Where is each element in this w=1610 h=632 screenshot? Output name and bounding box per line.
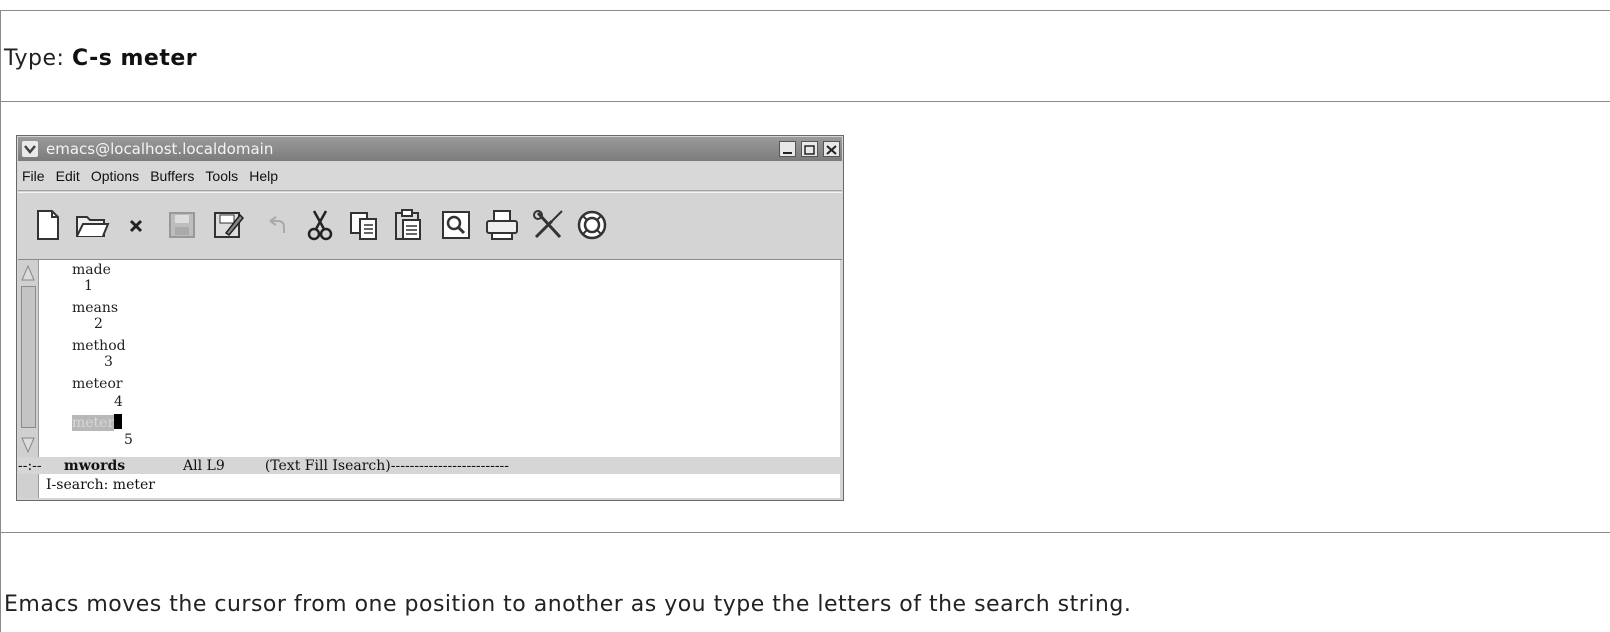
- close-window-button[interactable]: [823, 141, 840, 157]
- new-file-icon[interactable]: [30, 207, 66, 243]
- minimize-button[interactable]: [779, 141, 796, 157]
- minibuffer-scrollbar: [18, 474, 39, 498]
- instruction-text: Type: C-s meter: [4, 46, 197, 71]
- preferences-icon[interactable]: [530, 207, 566, 243]
- print-icon[interactable]: [484, 207, 520, 243]
- title-bar[interactable]: emacs@localhost.localdomain: [18, 137, 842, 161]
- search-icon[interactable]: [438, 207, 474, 243]
- instruction-keys: C-s meter: [71, 46, 198, 71]
- menu-help[interactable]: Help: [249, 162, 278, 190]
- left-border: [0, 10, 1, 632]
- buffer-text-area[interactable]: made 1 means 2 method 3 meteor 4 meter 5: [18, 260, 840, 457]
- buffer-line: made: [72, 262, 111, 278]
- maximize-button[interactable]: [801, 141, 818, 157]
- copy-icon[interactable]: [346, 207, 382, 243]
- buffer-line: means: [72, 300, 119, 316]
- scroll-up-icon[interactable]: [21, 264, 35, 282]
- buffer-line: meteor: [72, 376, 123, 392]
- text-cursor: [114, 414, 123, 429]
- paste-icon[interactable]: [390, 207, 426, 243]
- close-icon[interactable]: [118, 207, 154, 243]
- buffer-line: 4: [114, 394, 123, 410]
- menu-options[interactable]: Options: [91, 162, 139, 190]
- buffer-line-current: meter: [72, 414, 123, 431]
- toolbar: [18, 192, 842, 260]
- menu-edit[interactable]: Edit: [56, 162, 80, 190]
- row-divider: [0, 101, 1610, 102]
- buffer-line: 5: [124, 432, 133, 448]
- menu-file[interactable]: File: [22, 162, 45, 190]
- buffer-line: 2: [94, 316, 103, 332]
- help-icon[interactable]: [574, 207, 610, 243]
- buffer-line: 1: [84, 278, 93, 294]
- save-icon[interactable]: [164, 207, 200, 243]
- minibuffer[interactable]: I-search: meter: [18, 474, 840, 498]
- menu-tools[interactable]: Tools: [205, 162, 238, 190]
- modeline-prefix: --:--: [18, 458, 47, 474]
- isearch-label: I-search:: [46, 477, 113, 493]
- emacs-window: emacs@localhost.localdomain File Edit Op…: [16, 135, 844, 501]
- scroll-down-icon[interactable]: [21, 436, 35, 454]
- caption-text: Emacs moves the cursor from one position…: [4, 592, 1132, 617]
- buffer-scrollbar[interactable]: [18, 260, 39, 457]
- modeline-position: All L9: [183, 458, 225, 474]
- window-menu-icon[interactable]: [22, 141, 38, 157]
- open-folder-icon[interactable]: [74, 207, 110, 243]
- top-border: [0, 10, 1610, 11]
- row-divider: [0, 532, 1610, 533]
- undo-icon[interactable]: [258, 207, 294, 243]
- isearch-query: meter: [112, 477, 155, 493]
- modeline-buffer-name: mwords: [63, 458, 126, 474]
- search-match-highlight: meter: [72, 415, 115, 431]
- menu-buffers[interactable]: Buffers: [150, 162, 194, 190]
- instruction-prefix: Type:: [4, 46, 72, 71]
- buffer-line: 3: [104, 354, 113, 370]
- modeline-modes: (Text Fill Isearch): [264, 458, 391, 474]
- buffer-line: method: [72, 338, 126, 354]
- modeline-dashes: -------------------------: [390, 458, 510, 474]
- scroll-thumb[interactable]: [21, 286, 36, 428]
- save-as-icon[interactable]: [210, 207, 246, 243]
- minibuffer-text: I-search: meter: [46, 477, 155, 493]
- window-title: emacs@localhost.localdomain: [46, 140, 274, 158]
- menu-bar: File Edit Options Buffers Tools Help: [18, 162, 842, 191]
- cut-icon[interactable]: [302, 207, 338, 243]
- mode-line: --:-- mwords All L9 (Text Fill Isearch)-…: [18, 458, 840, 474]
